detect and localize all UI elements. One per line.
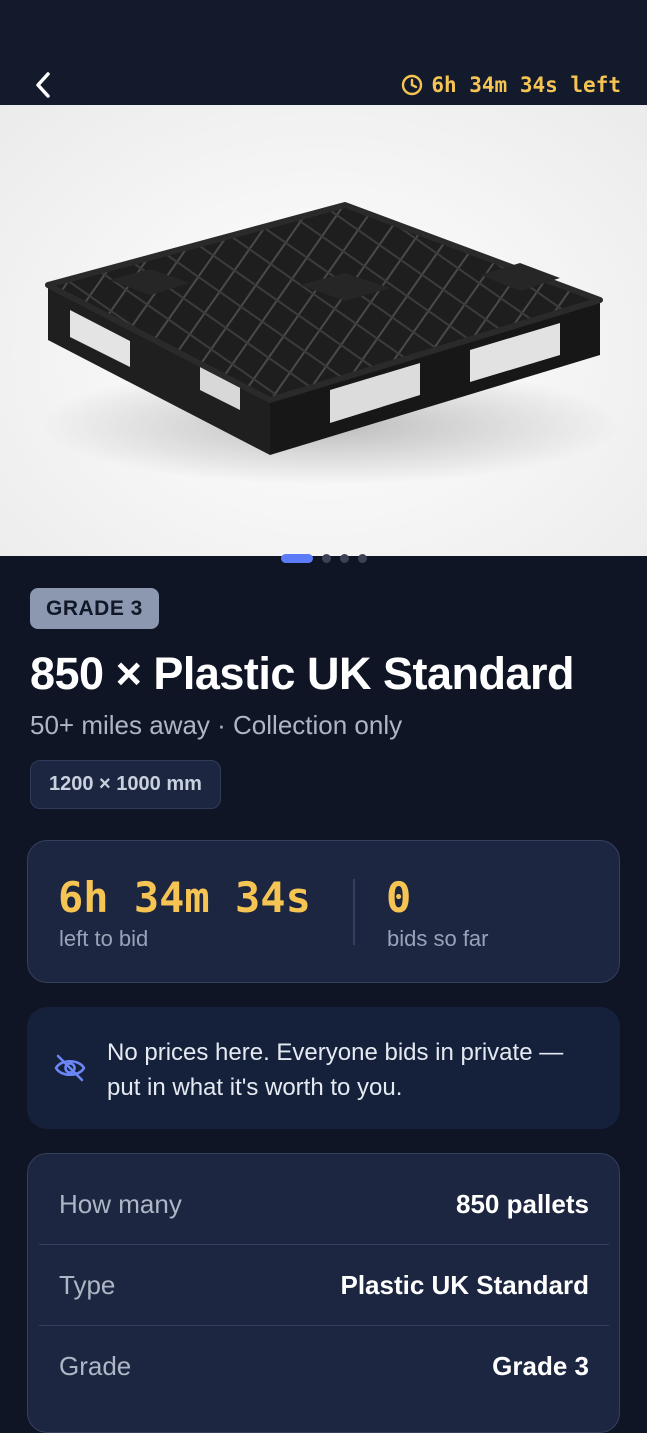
top-bar: 6h 34m 34s left (0, 0, 647, 105)
chevron-left-icon (36, 72, 50, 98)
countdown-badge: 6h 34m 34s left (401, 70, 621, 100)
time-left-value: 6h 34m 34s (58, 873, 311, 922)
detail-value: Grade 3 (492, 1351, 589, 1381)
notice-text: No prices here. Everyone bids in private… (107, 1039, 564, 1101)
detail-row-type: Type Plastic UK Standard (39, 1245, 609, 1326)
product-image[interactable] (0, 105, 647, 556)
pagination-dot[interactable] (357, 553, 367, 563)
listing-title: 850 × Plastic UK Standard (30, 648, 574, 699)
eye-off-icon (54, 1054, 86, 1082)
pagination-dot[interactable] (339, 553, 349, 563)
detail-label: Type (59, 1269, 116, 1300)
detail-value: 850 pallets (456, 1188, 589, 1219)
detail-label: Grade (59, 1351, 132, 1381)
back-button[interactable] (26, 68, 60, 102)
pagination-dot[interactable] (321, 553, 331, 563)
detail-row-quantity: How many 850 pallets (39, 1164, 609, 1245)
grade-badge: GRADE 3 (30, 588, 159, 629)
detail-label: How many (59, 1188, 182, 1219)
stats-divider (353, 879, 355, 945)
size-chip: 1200 × 1000 mm (30, 760, 221, 809)
details-card: How many 850 pallets Type Plastic UK Sta… (27, 1153, 620, 1433)
listing-subtitle: 50+ miles away · Collection only (30, 710, 403, 740)
detail-value: Plastic UK Standard (340, 1269, 589, 1300)
pagination-dot-active[interactable] (280, 553, 313, 563)
countdown-text: 6h 34m 34s left (431, 73, 621, 97)
clock-icon (402, 74, 423, 96)
private-bidding-notice: No prices here. Everyone bids in private… (27, 1007, 620, 1129)
bid-stats-card: 6h 34m 34s left to bid 0 bids so far (27, 840, 620, 983)
pallet-image (40, 202, 620, 485)
bids-count-value: 0 (386, 873, 412, 922)
time-left-label: left to bid (59, 926, 149, 951)
gallery-pagination (0, 553, 647, 563)
detail-row-grade: Grade Grade 3 (39, 1326, 609, 1407)
bids-count-label: bids so far (387, 926, 489, 951)
